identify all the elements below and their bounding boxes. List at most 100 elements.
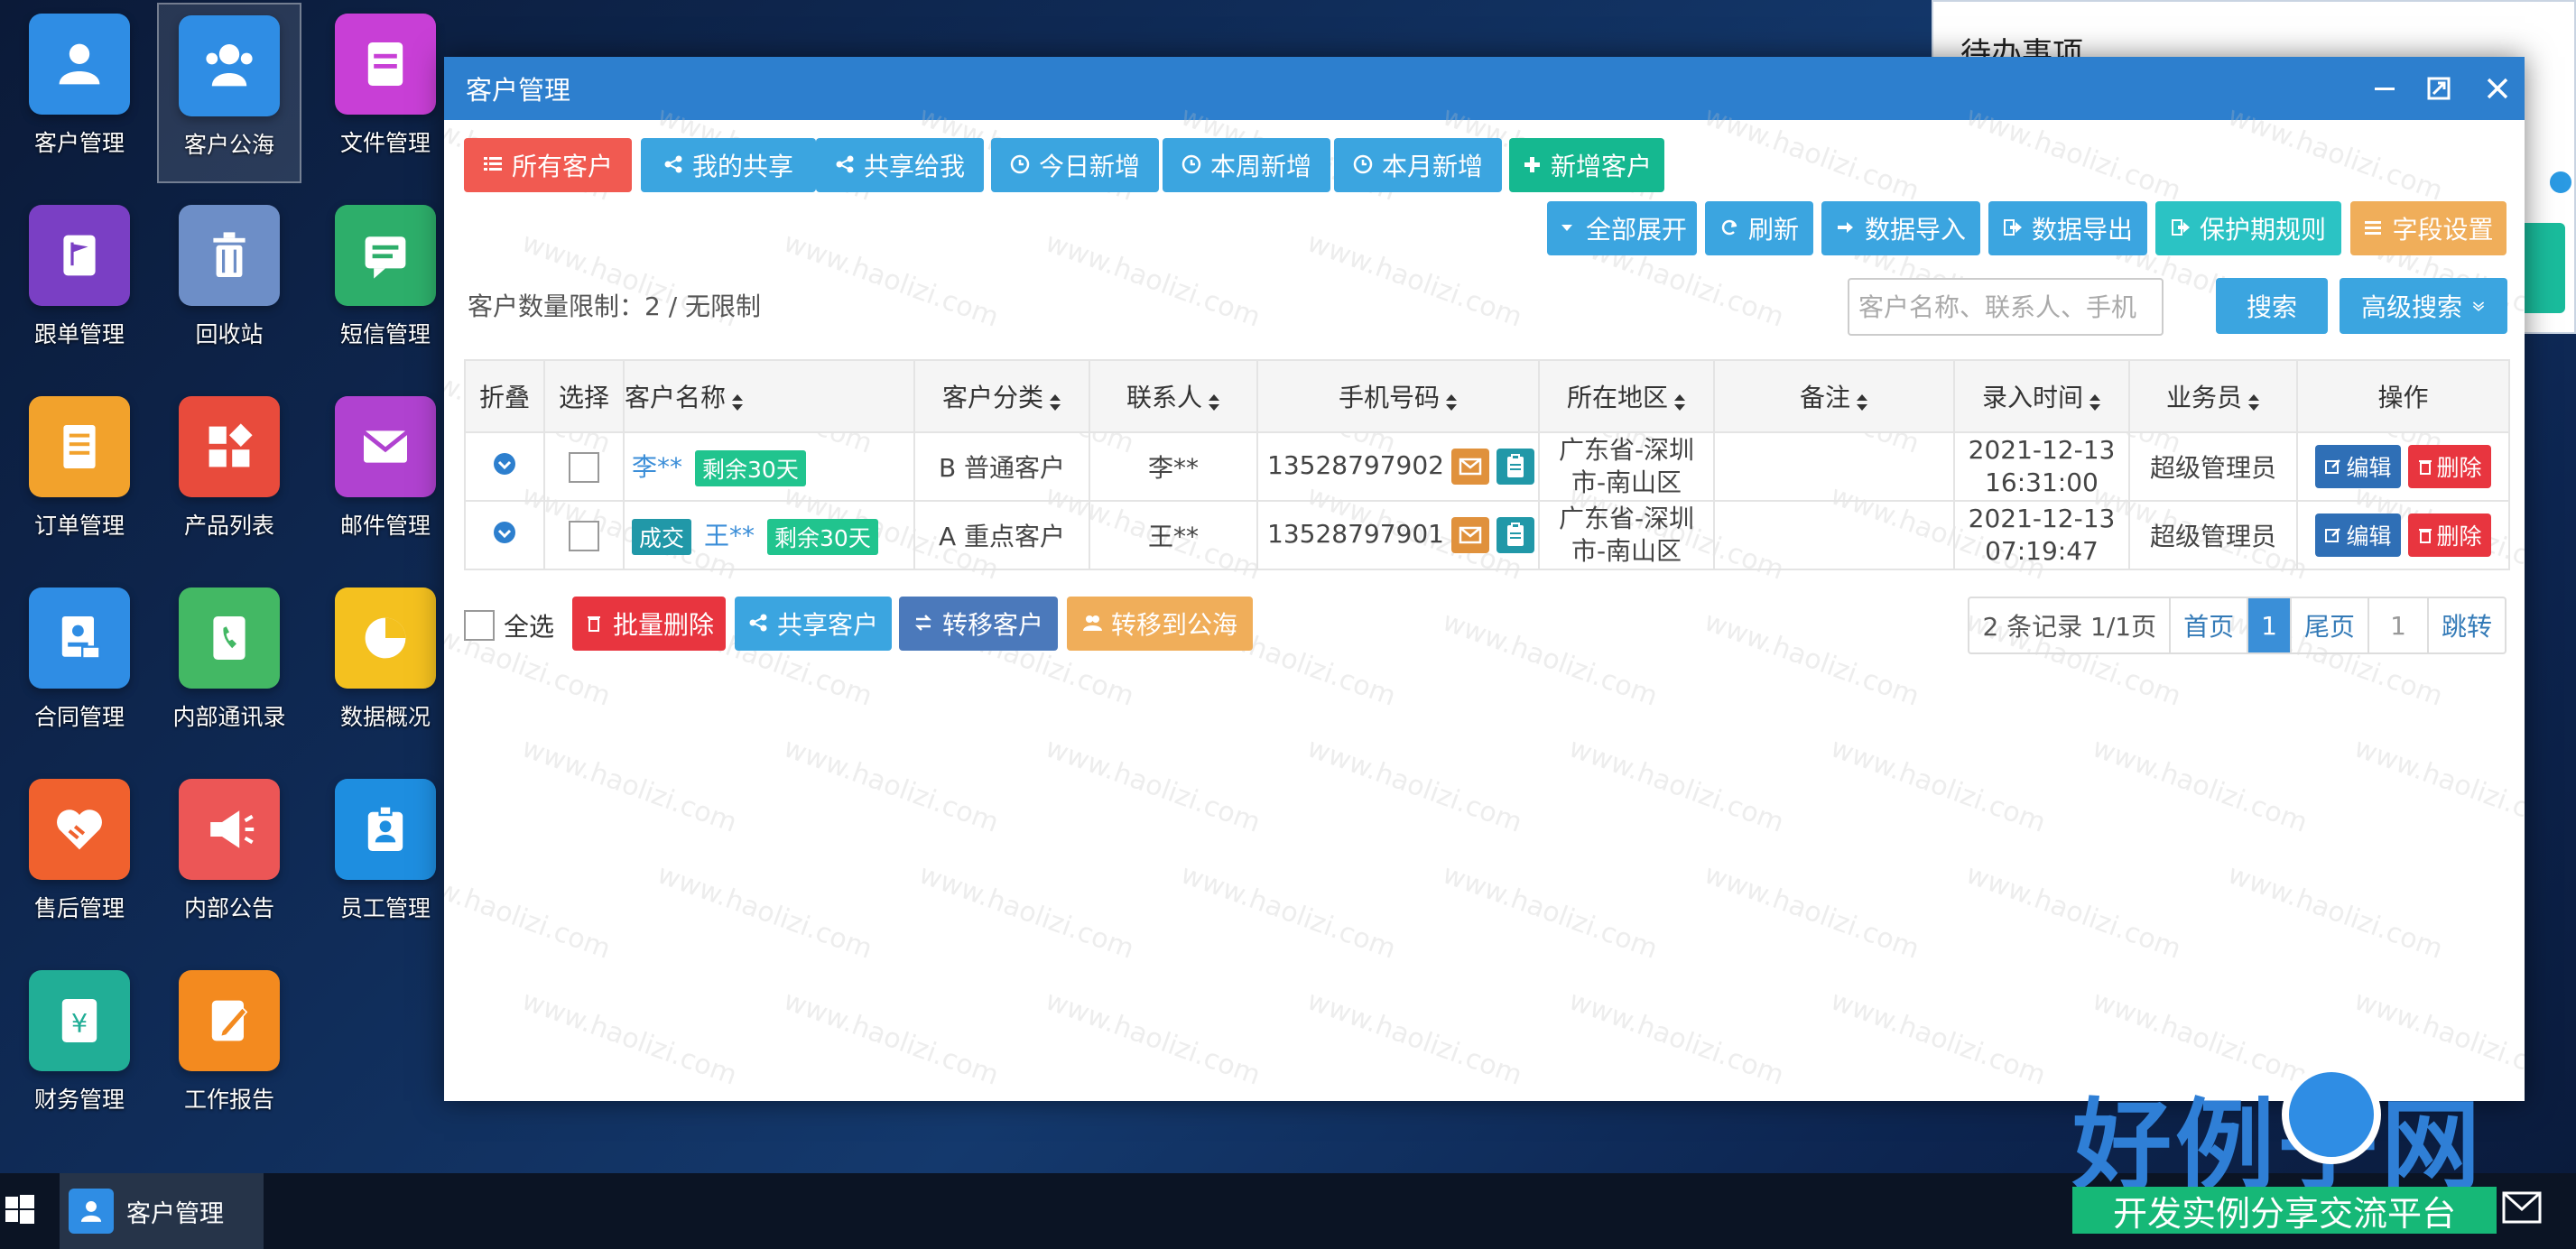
advanced-search-button[interactable]: 高级搜索: [2340, 278, 2507, 334]
row-checkbox[interactable]: [569, 451, 599, 483]
sort-icon[interactable]: [2247, 389, 2260, 411]
contract-icon: [29, 587, 130, 689]
desktop-icon-14[interactable]: 员工管理: [313, 768, 458, 948]
envelope-icon[interactable]: [1450, 449, 1489, 485]
sort-icon[interactable]: [2089, 389, 2101, 411]
desktop-icon-label: 回收站: [195, 321, 264, 347]
taskbar-item-customer[interactable]: 客户管理: [60, 1173, 264, 1249]
clipboard-icon[interactable]: [1496, 449, 1534, 485]
desktop-icon-12[interactable]: 售后管理: [7, 768, 152, 948]
watermark-text: www.haolizi.com: [2349, 732, 2525, 839]
window-filter_buttons-3-button[interactable]: 今日新增: [991, 138, 1159, 192]
grid-icon: [179, 396, 280, 497]
desktop-icon-5[interactable]: 短信管理: [313, 194, 458, 375]
delete-button[interactable]: 删除: [2407, 513, 2491, 557]
watermark-text: www.haolizi.com: [779, 985, 1003, 1092]
window-filter_buttons-6-button[interactable]: 新增客户: [1509, 138, 1664, 192]
minimize-icon[interactable]: [2358, 57, 2412, 120]
column-header[interactable]: 备注: [1713, 359, 1955, 433]
desktop-icon-15[interactable]: ¥ 财务管理: [7, 959, 152, 1140]
desktop-icon-1[interactable]: 客户公海: [157, 3, 301, 183]
refresh-icon: [1719, 214, 1739, 244]
column-header[interactable]: 联系人: [1089, 359, 1258, 433]
maximize-icon[interactable]: [2412, 57, 2466, 120]
window-titlebar[interactable]: 客户管理: [444, 57, 2525, 120]
pager-first[interactable]: 首页: [2171, 598, 2249, 652]
sort-icon[interactable]: [731, 389, 744, 411]
column-header[interactable]: 客户分类: [913, 359, 1090, 433]
table-cell: [464, 431, 545, 502]
edit-button[interactable]: 编辑: [2315, 513, 2401, 557]
windows-start-icon[interactable]: [4, 1193, 36, 1226]
select-all[interactable]: 全选: [464, 607, 554, 643]
sort-icon[interactable]: [1445, 389, 1458, 411]
expand-chevron-icon[interactable]: [492, 520, 517, 545]
column-header[interactable]: 手机号码: [1256, 359, 1540, 433]
button-label: 转移到公海: [1110, 610, 1237, 640]
desktop-icon-4[interactable]: 回收站: [157, 194, 301, 375]
search-input[interactable]: [1848, 278, 2164, 336]
window-action_buttons-3-button[interactable]: 数据导出: [1988, 201, 2147, 255]
window-action_buttons-5-button[interactable]: 字段设置: [2350, 201, 2507, 255]
envelope-icon[interactable]: [1450, 517, 1489, 553]
window-filter_buttons-0-button[interactable]: 所有客户: [464, 138, 632, 192]
desktop-icon-11[interactable]: 数据概况: [313, 577, 458, 757]
clipboard-icon[interactable]: [1496, 517, 1534, 553]
window-action_buttons-2-button[interactable]: 数据导入: [1821, 201, 1980, 255]
brand-logo: 好例子网 开发实例分享交流平台: [2072, 1065, 2551, 1245]
desktop-icon-13[interactable]: 内部公告: [157, 768, 301, 948]
window-filter_buttons-5-button[interactable]: 本月新增: [1334, 138, 1502, 192]
window-filter_buttons-1-button[interactable]: 我的共享: [641, 138, 816, 192]
row-checkbox[interactable]: [569, 520, 599, 551]
window-action_buttons-1-button[interactable]: 刷新: [1705, 201, 1813, 255]
brand-subtitle: 开发实例分享交流平台: [2072, 1187, 2497, 1234]
desktop-icon-2[interactable]: 文件管理: [313, 3, 458, 183]
expand-chevron-icon[interactable]: [492, 451, 517, 476]
table-row[interactable]: 成交 王** 剩余30天 A 重点客户 王** 13528797901 广东省-深圳 市-南山…: [464, 500, 2510, 570]
window-filter_buttons-4-button[interactable]: 本周新增: [1163, 138, 1330, 192]
desktop-icon-6[interactable]: 订单管理: [7, 385, 152, 566]
desktop-icon-9[interactable]: 合同管理: [7, 577, 152, 757]
desktop-icon-16[interactable]: 工作报告: [157, 959, 301, 1140]
desktop-icon-10[interactable]: 内部通讯录: [157, 577, 301, 757]
sort-icon[interactable]: [1049, 389, 1061, 411]
pager-last[interactable]: 尾页: [2292, 598, 2369, 652]
delete-label: 删除: [2436, 523, 2482, 550]
pager-jump[interactable]: 跳转: [2429, 598, 2505, 652]
customer-name-link[interactable]: 王**: [704, 521, 755, 550]
sort-icon[interactable]: [1673, 389, 1686, 411]
mail-icon[interactable]: [2502, 1191, 2542, 1224]
pager-current[interactable]: 1: [2248, 598, 2292, 652]
desktop-icon-7[interactable]: 产品列表: [157, 385, 301, 566]
column-header[interactable]: 业务员: [2128, 359, 2298, 433]
table-row[interactable]: 李** 剩余30天 B 普通客户 李** 13528797902 广东省-深圳 市-南山区 2…: [464, 431, 2510, 502]
trash-icon: [179, 205, 280, 306]
window-action_buttons-0-button[interactable]: 全部展开: [1547, 201, 1697, 255]
search-button[interactable]: 搜索: [2216, 278, 2328, 334]
close-icon[interactable]: [2470, 57, 2525, 120]
column-header[interactable]: 客户名称: [623, 359, 915, 433]
window-bottom_buttons-0-button[interactable]: 批量删除: [572, 597, 726, 651]
watermark-text: www.haolizi.com: [1041, 227, 1265, 334]
desktop-icon-3[interactable]: 跟单管理: [7, 194, 152, 375]
desktop-icon-0[interactable]: 客户管理: [7, 3, 152, 183]
sort-icon[interactable]: [1208, 389, 1220, 411]
window-bottom_buttons-1-button[interactable]: 共享客户: [735, 597, 892, 651]
window-bottom_buttons-2-button[interactable]: 转移客户: [899, 597, 1058, 651]
select-all-checkbox[interactable]: [464, 610, 495, 641]
phone-number: 13528797902: [1267, 450, 1444, 480]
table-cell: [543, 431, 625, 502]
column-header[interactable]: 录入时间: [1953, 359, 2130, 433]
window-bottom_buttons-3-button[interactable]: 转移到公海: [1067, 597, 1253, 651]
users-icon: [69, 1189, 114, 1234]
desktop-icon-8[interactable]: 邮件管理: [313, 385, 458, 566]
window-filter_buttons-2-button[interactable]: 共享给我: [816, 138, 984, 192]
pager-input[interactable]: 1: [2369, 598, 2429, 652]
delete-button[interactable]: 删除: [2407, 445, 2491, 488]
sort-icon[interactable]: [1856, 389, 1868, 411]
desktop-icon-label: 订单管理: [33, 513, 125, 539]
edit-button[interactable]: 编辑: [2315, 445, 2401, 488]
window-action_buttons-4-button[interactable]: 保护期规则: [2155, 201, 2341, 255]
column-header[interactable]: 所在地区: [1538, 359, 1715, 433]
customer-name-link[interactable]: 李**: [632, 452, 682, 482]
